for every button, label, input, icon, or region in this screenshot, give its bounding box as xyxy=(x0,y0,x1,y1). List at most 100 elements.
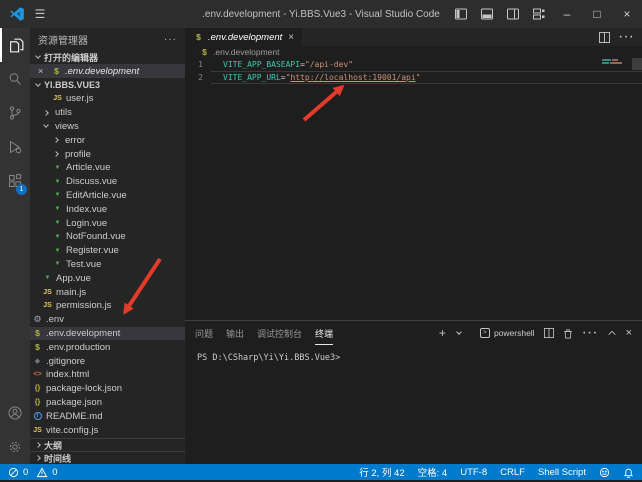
panel-more-actions-icon[interactable]: ··· xyxy=(582,324,598,342)
tree-item-Article.vue[interactable]: ▼Article.vue xyxy=(30,161,185,175)
tree-item-index.html[interactable]: <>index.html xyxy=(30,368,185,382)
tree-item-label: Register.vue xyxy=(66,245,119,256)
tree-item-Index.vue[interactable]: ▼Index.vue xyxy=(30,202,185,216)
encoding-status[interactable]: UTF-8 xyxy=(460,467,487,478)
timeline-section[interactable]: 时间线 xyxy=(30,451,185,464)
outline-section[interactable]: 大纲 xyxy=(30,438,185,451)
terminal-dropdown-icon[interactable] xyxy=(456,329,462,335)
tree-item-user.js[interactable]: JSuser.js xyxy=(30,92,185,106)
tree-item-Register.vue[interactable]: ▼Register.vue xyxy=(30,244,185,258)
html-file-icon: <> xyxy=(32,371,43,378)
eol-status[interactable]: CRLF xyxy=(500,467,525,478)
accounts-icon[interactable] xyxy=(0,396,30,430)
search-icon[interactable] xyxy=(0,62,30,96)
chevron-down-icon xyxy=(43,123,49,129)
language-mode-status[interactable]: Shell Script xyxy=(538,467,586,478)
tree-item-.env[interactable]: ⚙.env xyxy=(30,313,185,327)
vscode-window: ☰ .env.development - Yi.BBS.Vue3 - Visua… xyxy=(0,0,642,482)
tree-item-label: Login.vue xyxy=(66,218,107,229)
bottom-panel: 问题输出调试控制台终端 + > powershell xyxy=(185,320,642,464)
tree-item-.env.production[interactable]: $.env.production xyxy=(30,340,185,354)
split-terminal-icon[interactable] xyxy=(544,328,554,338)
tree-item-NotFound.vue[interactable]: ▼NotFound.vue xyxy=(30,230,185,244)
tree-item-.gitignore[interactable]: ◆.gitignore xyxy=(30,354,185,368)
tree-item-label: .gitignore xyxy=(46,356,85,367)
problems-status[interactable]: 0 0 xyxy=(8,467,58,478)
chevron-right-icon xyxy=(35,442,41,448)
tab-close-icon[interactable]: × xyxy=(288,32,294,43)
minimap[interactable] xyxy=(602,59,628,65)
kill-terminal-icon[interactable] xyxy=(563,328,573,339)
gitignore-file-icon: ◆ xyxy=(32,358,43,365)
tree-item-App.vue[interactable]: ▼App.vue xyxy=(30,271,185,285)
feedback-icon[interactable] xyxy=(599,467,610,478)
source-control-icon[interactable] xyxy=(0,96,30,130)
tree-item-package-lock.json[interactable]: {}package-lock.json xyxy=(30,382,185,396)
tree-item-vite.config.js[interactable]: JSvite.config.js xyxy=(30,423,185,437)
vue-file-icon: ▼ xyxy=(52,220,63,226)
open-editor-item[interactable]: × $ .env.development xyxy=(30,64,185,78)
tree-item-error[interactable]: error xyxy=(30,133,185,147)
tree-item-label: Index.vue xyxy=(66,204,107,215)
code-line-1[interactable]: 1VITE_APP_BASEAPI="/api-dev" xyxy=(185,58,642,71)
tree-item-main.js[interactable]: JSmain.js xyxy=(30,285,185,299)
menu-icon[interactable]: ☰ xyxy=(31,5,49,23)
tree-item-README.md[interactable]: iREADME.md xyxy=(30,409,185,423)
vue-file-icon: ▼ xyxy=(42,275,53,281)
vue-file-icon: ▼ xyxy=(52,165,63,171)
explorer-more-actions-icon[interactable]: ··· xyxy=(164,34,177,45)
token-string: "/api-dev" xyxy=(305,60,353,69)
tree-item-permission.js[interactable]: JSpermission.js xyxy=(30,299,185,313)
tree-item-EditArticle.vue[interactable]: ▼EditArticle.vue xyxy=(30,189,185,203)
editor-scrollbar[interactable] xyxy=(632,58,642,70)
code-editor[interactable]: 1VITE_APP_BASEAPI="/api-dev"2VITE_APP_UR… xyxy=(185,58,642,320)
panel-tab-输出[interactable]: 输出 xyxy=(226,321,244,345)
tree-item-Login.vue[interactable]: ▼Login.vue xyxy=(30,216,185,230)
breadcrumb[interactable]: $ .env.development xyxy=(185,46,642,58)
close-icon[interactable]: × xyxy=(38,66,48,76)
panel-tab-终端[interactable]: 终端 xyxy=(315,321,333,345)
terminal-instance[interactable]: > powershell xyxy=(480,328,535,338)
tab-env-development[interactable]: $ .env.development × xyxy=(185,28,302,46)
token-link[interactable]: http://localhost:19001/api xyxy=(290,73,415,82)
panel-tab-调试控制台[interactable]: 调试控制台 xyxy=(257,321,302,345)
project-section[interactable]: YI.BBS.VUE3 xyxy=(30,78,185,92)
toggle-panel-icon[interactable] xyxy=(474,0,500,28)
maximize-panel-icon[interactable] xyxy=(607,328,617,338)
cursor-position-status[interactable]: 行 2, 列 42 xyxy=(359,465,404,479)
minimize-button[interactable]: – xyxy=(552,0,582,28)
toggle-primary-sidebar-icon[interactable] xyxy=(448,0,474,28)
tree-item-utils[interactable]: utils xyxy=(30,106,185,120)
open-editors-section[interactable]: 打开的编辑器 xyxy=(30,50,185,64)
terminal-content[interactable]: PS D:\CSharp\Yi\Yi.BBS.Vue3> xyxy=(185,345,642,464)
customize-layout-icon[interactable] xyxy=(526,0,552,28)
indentation-status[interactable]: 空格: 4 xyxy=(418,465,448,479)
chevron-right-icon xyxy=(43,110,49,116)
tree-item-profile[interactable]: profile xyxy=(30,147,185,161)
maximize-button[interactable]: □ xyxy=(582,0,612,28)
editor-more-actions-icon[interactable]: ··· xyxy=(618,28,634,46)
split-editor-icon[interactable] xyxy=(599,32,610,43)
tree-item-Test.vue[interactable]: ▼Test.vue xyxy=(30,258,185,272)
close-button[interactable]: × xyxy=(612,0,642,28)
notifications-bell-icon[interactable] xyxy=(623,467,634,478)
tree-item-Discuss.vue[interactable]: ▼Discuss.vue xyxy=(30,175,185,189)
chevron-right-icon xyxy=(35,455,41,461)
tree-item-package.json[interactable]: {}package.json xyxy=(30,396,185,410)
panel-tab-问题[interactable]: 问题 xyxy=(195,321,213,345)
explorer-icon[interactable] xyxy=(0,28,30,62)
line-number: 1 xyxy=(185,58,211,71)
close-panel-icon[interactable]: × xyxy=(626,327,632,339)
new-terminal-icon[interactable]: + xyxy=(439,326,446,340)
tree-item-.env.development[interactable]: $.env.development xyxy=(30,327,185,341)
tree-item-label: EditArticle.vue xyxy=(66,190,127,201)
dollar-file-icon: $ xyxy=(32,329,43,338)
tree-item-views[interactable]: views xyxy=(30,120,185,134)
token-variable: VITE_APP_BASEAPI xyxy=(223,60,300,69)
run-and-debug-icon[interactable] xyxy=(0,130,30,164)
toggle-secondary-sidebar-icon[interactable] xyxy=(500,0,526,28)
code-line-2[interactable]: 2VITE_APP_URL="http://localhost:19001/ap… xyxy=(185,71,642,84)
vscode-logo-icon xyxy=(9,6,25,22)
extensions-icon[interactable]: 1 xyxy=(0,164,30,198)
settings-gear-icon[interactable] xyxy=(0,430,30,464)
